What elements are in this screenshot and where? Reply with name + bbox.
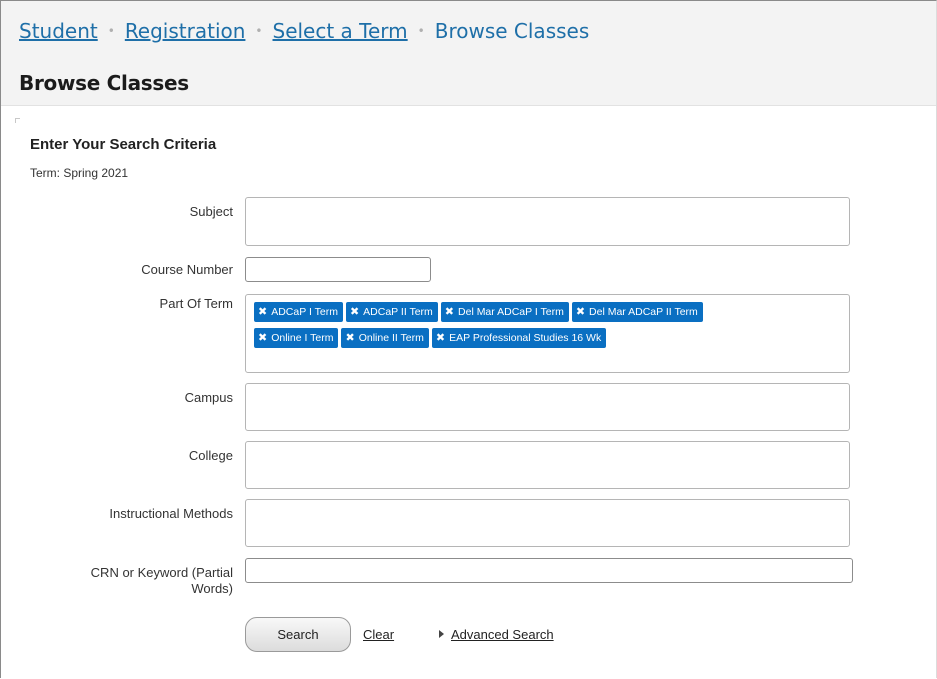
- chip-label: Online II Term: [358, 332, 424, 344]
- crn-keyword-label-line2: Words): [191, 581, 233, 596]
- page-header: Student • Registration • Select a Term • Brows…: [1, 1, 936, 106]
- chip-label: ADCaP I Term: [271, 306, 338, 318]
- chip-label: Del Mar ADCaP II Term: [589, 306, 698, 318]
- breadcrumb-separator: •: [107, 23, 115, 38]
- breadcrumb-registration[interactable]: Registration: [125, 19, 246, 43]
- course-number-input[interactable]: [245, 257, 431, 282]
- part-of-term-chip[interactable]: ✖ ADCaP II Term: [345, 302, 438, 322]
- close-icon[interactable]: ✖: [576, 302, 585, 322]
- close-icon[interactable]: ✖: [445, 302, 454, 322]
- page-title: Browse Classes: [19, 71, 189, 95]
- chip-label: EAP Professional Studies 16 Wk: [449, 332, 602, 344]
- close-icon[interactable]: ✖: [350, 302, 359, 322]
- caret-right-icon: [439, 630, 444, 638]
- part-of-term-chip[interactable]: ✖ Online II Term: [341, 328, 429, 348]
- chip-label: Del Mar ADCaP I Term: [458, 306, 564, 318]
- clear-link[interactable]: Clear: [363, 627, 394, 642]
- part-of-term-chip[interactable]: ✖ EAP Professional Studies 16 Wk: [431, 328, 607, 348]
- crn-keyword-label-line1: CRN or Keyword (Partial: [90, 565, 233, 580]
- breadcrumb-student[interactable]: Student: [19, 19, 98, 43]
- chip-label: ADCaP II Term: [363, 306, 433, 318]
- instructional-methods-select[interactable]: [245, 499, 850, 547]
- part-of-term-label: Part Of Term: [159, 296, 233, 311]
- part-of-term-chip[interactable]: ✖ ADCaP I Term: [254, 302, 343, 322]
- breadcrumb-separator: •: [417, 23, 425, 38]
- campus-select[interactable]: [245, 383, 850, 431]
- part-of-term-chip[interactable]: ✖ Del Mar ADCaP I Term: [440, 302, 569, 322]
- close-icon[interactable]: ✖: [258, 328, 267, 348]
- campus-label: Campus: [184, 390, 233, 405]
- close-icon[interactable]: ✖: [345, 328, 354, 348]
- search-button[interactable]: Search: [245, 617, 351, 652]
- course-number-label: Course Number: [141, 262, 233, 277]
- close-icon[interactable]: ✖: [436, 328, 445, 348]
- breadcrumb-browse-classes: Browse Classes: [434, 19, 590, 43]
- part-of-term-chip[interactable]: ✖ Online I Term: [254, 328, 339, 348]
- crn-keyword-input[interactable]: [245, 558, 853, 583]
- crn-keyword-label: CRN or Keyword (Partial Words): [33, 565, 233, 597]
- close-icon[interactable]: ✖: [258, 302, 267, 322]
- section-title: Enter Your Search Criteria: [30, 136, 217, 153]
- chip-label: Online I Term: [271, 332, 334, 344]
- breadcrumb-select-term[interactable]: Select a Term: [273, 19, 408, 43]
- part-of-term-select[interactable]: ✖ ADCaP I Term ✖ ADCaP II Term ✖ Del Mar ADCa…: [245, 294, 850, 373]
- instructional-methods-label: Instructional Methods: [109, 506, 233, 521]
- advanced-search-link[interactable]: Advanced Search: [451, 627, 554, 642]
- breadcrumb-separator: •: [255, 23, 263, 38]
- part-of-term-chip[interactable]: ✖ Del Mar ADCaP II Term: [571, 302, 703, 322]
- subject-label: Subject: [189, 204, 233, 219]
- college-label: College: [188, 448, 233, 463]
- corner-mark: [15, 118, 20, 123]
- part-of-term-chips: ✖ ADCaP I Term ✖ ADCaP II Term ✖ Del Mar ADCa…: [254, 302, 844, 354]
- college-select[interactable]: [245, 441, 850, 489]
- breadcrumb: Student • Registration • Select a Term • Brows…: [19, 19, 589, 43]
- term-label: Term: Spring 2021: [30, 166, 129, 180]
- subject-select[interactable]: [245, 197, 850, 246]
